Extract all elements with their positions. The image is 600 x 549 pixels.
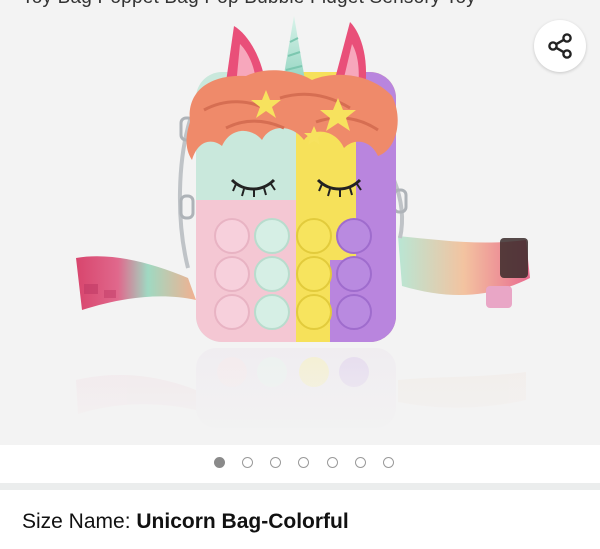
pagination-dot[interactable] <box>327 457 338 468</box>
product-title: Toy Bag Poppet Bag Pop Bubble Fidget Sen… <box>22 0 476 8</box>
pagination-dot[interactable] <box>270 457 281 468</box>
size-value: Unicorn Bag-Colorful <box>136 510 349 533</box>
pagination-dot[interactable] <box>242 457 253 468</box>
pagination-dot[interactable] <box>383 457 394 468</box>
image-pagination <box>0 445 600 483</box>
size-label: Size Name: <box>22 510 137 533</box>
section-divider <box>0 483 600 490</box>
product-title-strip: Toy Bag Poppet Bag Pop Bubble Fidget Sen… <box>0 0 600 8</box>
size-selector-label: Size Name: Unicorn Bag-Colorful <box>22 510 349 534</box>
share-button[interactable] <box>534 20 586 72</box>
product-image <box>0 16 600 445</box>
product-image-gallery[interactable] <box>0 8 600 445</box>
pagination-dot[interactable] <box>355 457 366 468</box>
pagination-dot[interactable] <box>214 457 225 468</box>
pagination-dot[interactable] <box>298 457 309 468</box>
share-icon <box>548 33 572 59</box>
